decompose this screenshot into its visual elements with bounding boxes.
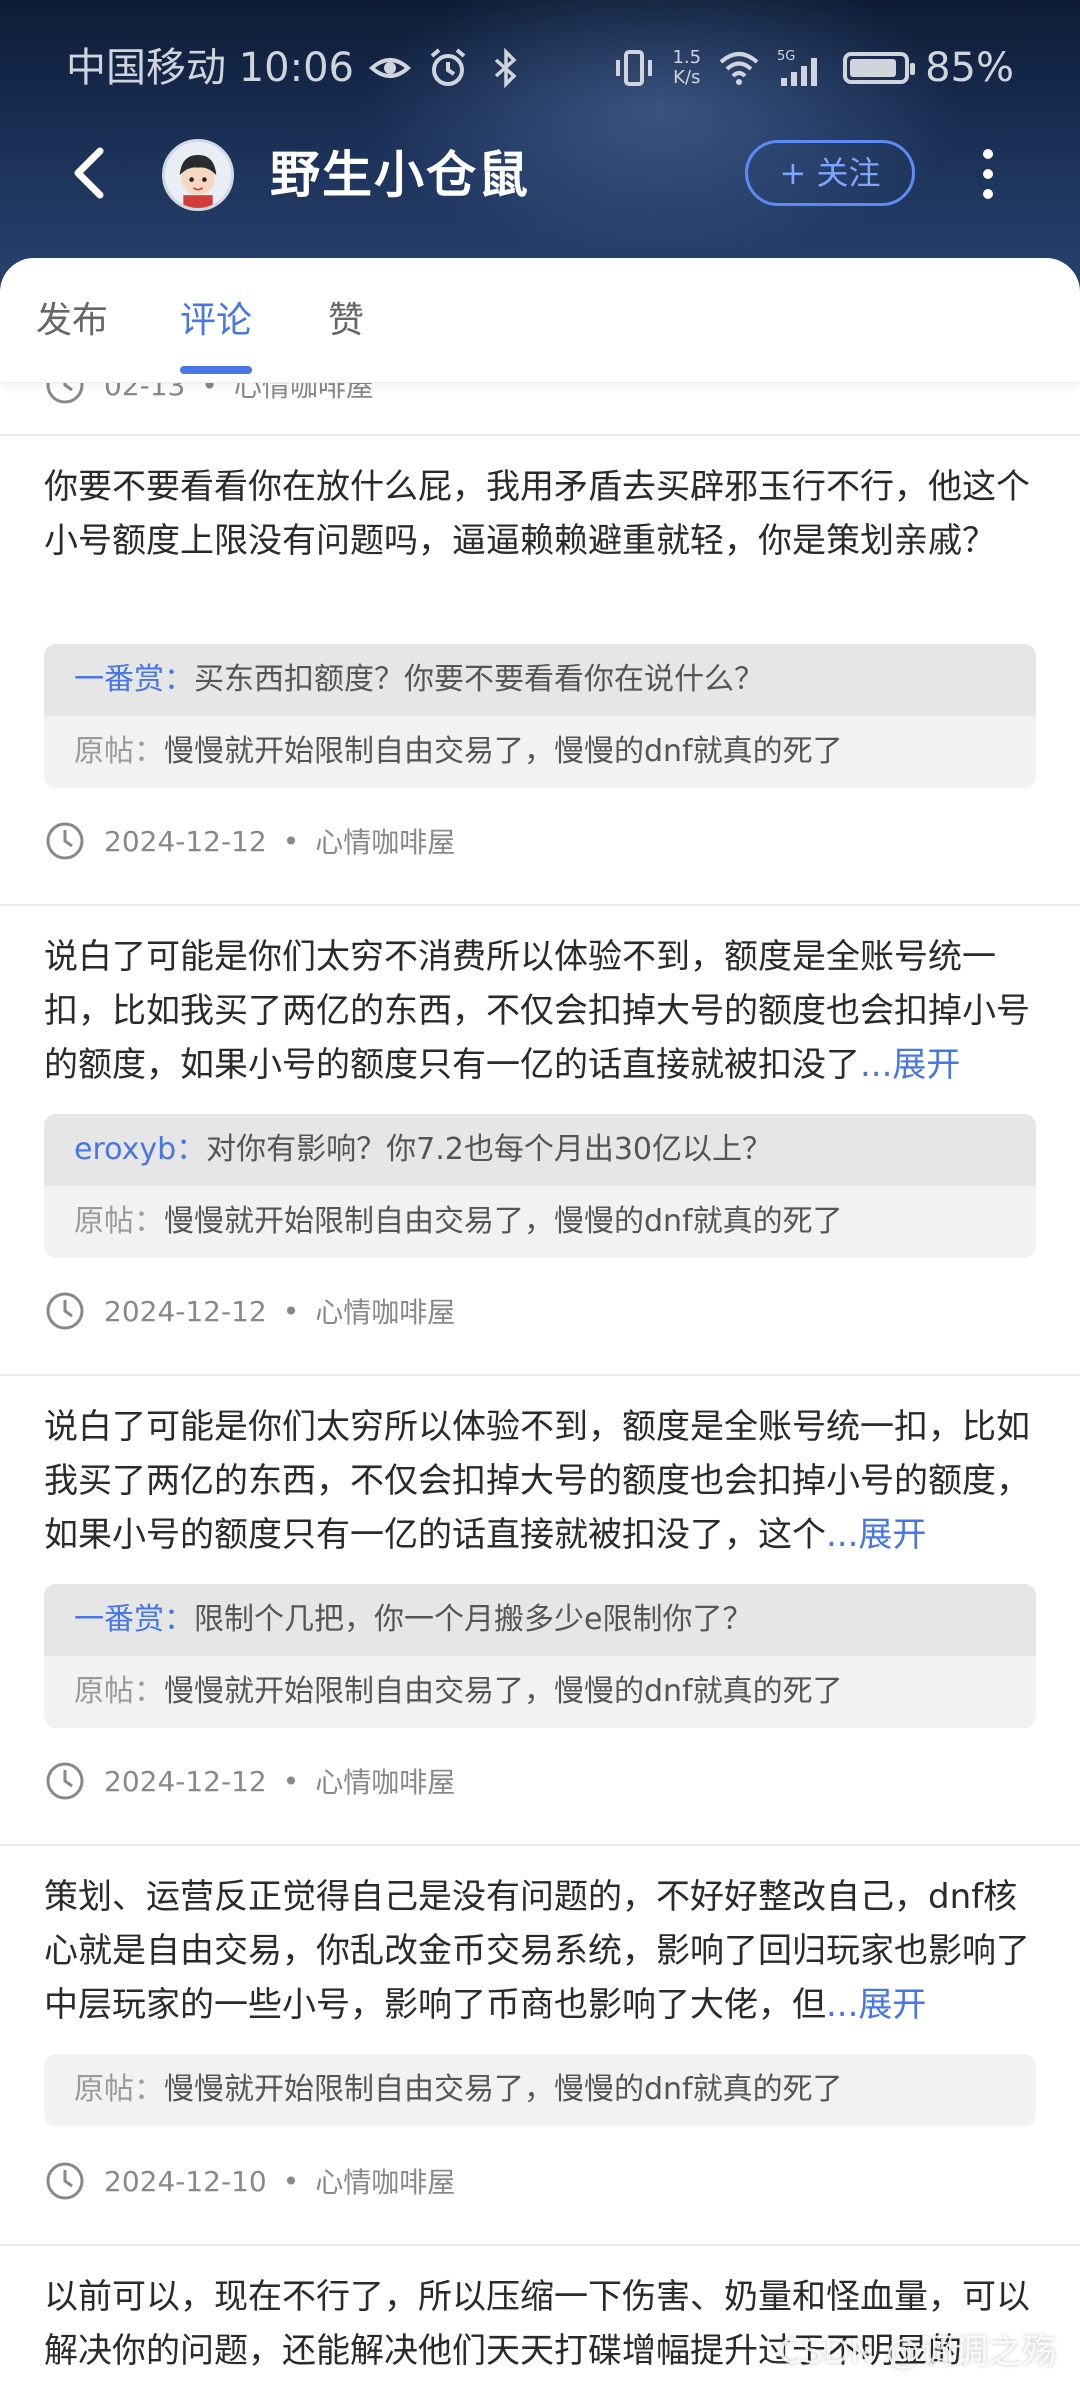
eye-icon xyxy=(368,58,412,78)
back-arrow-icon[interactable] xyxy=(62,143,122,203)
quote-box[interactable]: 一番赏：买东西扣额度？你要不要看看你在说什么？ 原帖：慢慢就开始限制自由交易了，… xyxy=(44,644,1036,788)
comment-date: 2024-12-10 xyxy=(104,2164,267,2198)
comment-meta: 2024-12-12 • 心情咖啡屋 xyxy=(44,1756,455,1806)
wifi-icon xyxy=(719,52,759,85)
quote-box[interactable]: eroxyb：对你有影响？你7.2也每个月出30亿以上？ 原帖：慢慢就开始限制自… xyxy=(44,1114,1036,1258)
more-options-icon[interactable] xyxy=(968,143,1008,203)
divider xyxy=(0,1374,1080,1376)
reply-author[interactable]: eroxyb： xyxy=(74,1132,206,1167)
clock-icon xyxy=(46,1762,84,1800)
tab-posts[interactable]: 发布 xyxy=(36,296,108,346)
comment-text: 策划、运营反正觉得自己是没有问题的，不好好整改自己，dnf核心就是自由交易，你乱… xyxy=(44,1877,1030,2025)
original-post-line[interactable]: 原帖：慢慢就开始限制自由交易了，慢慢的dnf就真的死了 xyxy=(44,2054,1036,2126)
quote-box[interactable]: 原帖：慢慢就开始限制自由交易了，慢慢的dnf就真的死了 xyxy=(44,2054,1036,2126)
original-post-line[interactable]: 原帖：慢慢就开始限制自由交易了，慢慢的dnf就真的死了 xyxy=(44,716,1036,788)
battery-icon xyxy=(843,52,916,84)
comment-forum: 心情咖啡屋 xyxy=(315,1296,456,1329)
divider xyxy=(0,904,1080,906)
avatar-character-icon xyxy=(179,154,217,208)
comment-text: 你要不要看看你在放什么屁，我用矛盾去买辟邪玉行不行，他这个小号额度上限没有问题吗… xyxy=(44,467,1030,561)
reply-line: 一番赏：限制个几把，你一个月搬多少e限制你了？ xyxy=(44,1584,1036,1656)
tab-likes[interactable]: 赞 xyxy=(328,296,364,346)
profile-name: 野生小仓鼠 xyxy=(270,146,530,204)
reply-line: 一番赏：买东西扣额度？你要不要看看你在说什么？ xyxy=(44,644,1036,716)
comment-meta: 2024-12-12 • 心情咖啡屋 xyxy=(44,1286,455,1336)
svg-text:5G: 5G xyxy=(777,49,795,64)
original-post-line[interactable]: 原帖：慢慢就开始限制自由交易了，慢慢的dnf就真的死了 xyxy=(44,1656,1036,1728)
divider xyxy=(0,434,1080,436)
header-glow xyxy=(360,0,960,260)
vibrate-icon xyxy=(616,50,653,86)
carrier-time: 中国移动 10:06 xyxy=(66,45,354,91)
original-post-line[interactable]: 原帖：慢慢就开始限制自由交易了，慢慢的dnf就真的死了 xyxy=(44,1186,1036,1258)
comment-text: 说白了可能是你们太穷所以体验不到，额度是全账号统一扣，比如我买了两亿的东西，不仅… xyxy=(44,1407,1030,1555)
network-speed: 1.5 K/s xyxy=(672,47,702,88)
alarm-icon xyxy=(430,48,466,86)
tab-active-indicator xyxy=(180,366,252,374)
reply-text: 限制个几把，你一个月搬多少e限制你了？ xyxy=(194,1602,753,1637)
expand-link[interactable]: ...展开 xyxy=(826,1515,926,1555)
clock-icon xyxy=(46,2162,84,2200)
comment-meta: 2024-12-10 • 心情咖啡屋 xyxy=(44,2156,455,2206)
profile-header: 中国移动 10:06 1.5 K/s 5G 85% 野生小仓鼠 + 关注 xyxy=(0,0,1080,300)
status-bar: 中国移动 10:06 1.5 K/s 5G 85% xyxy=(0,40,1080,96)
comment-text: 说白了可能是你们太穷不消费所以体验不到，额度是全账号统一扣，比如我买了两亿的东西… xyxy=(44,937,1030,1085)
divider xyxy=(0,2244,1080,2246)
comment-date: 2024-12-12 xyxy=(104,824,267,858)
reply-text: 对你有影响？你7.2也每个月出30亿以上？ xyxy=(206,1132,773,1167)
comment-meta: 2024-12-12 • 心情咖啡屋 xyxy=(44,816,455,866)
signal-5g-icon: 5G xyxy=(777,49,818,86)
clock-icon xyxy=(46,822,84,860)
quote-box[interactable]: 一番赏：限制个几把，你一个月搬多少e限制你了？ 原帖：慢慢就开始限制自由交易了，… xyxy=(44,1584,1036,1728)
battery-level: 85% xyxy=(925,45,1014,91)
reply-text: 买东西扣额度？你要不要看看你在说什么？ xyxy=(194,662,764,697)
profile-nav: 野生小仓鼠 + 关注 xyxy=(0,135,1080,215)
reply-line: eroxyb：对你有影响？你7.2也每个月出30亿以上？ xyxy=(44,1114,1036,1186)
comment-forum: 心情咖啡屋 xyxy=(315,2166,456,2199)
bluetooth-icon xyxy=(494,47,517,89)
comment-date: 2024-12-12 xyxy=(104,1764,267,1798)
expand-link[interactable]: ...展开 xyxy=(826,1985,926,2025)
tab-bar: 发布 评论 赞 xyxy=(0,258,1080,383)
watermark: CSDN @调调之殇 xyxy=(778,2332,1056,2372)
avatar[interactable] xyxy=(162,139,234,211)
comment-forum: 心情咖啡屋 xyxy=(315,826,456,859)
divider xyxy=(0,1844,1080,1846)
expand-link[interactable]: ...展开 xyxy=(860,1045,960,1085)
tab-comments[interactable]: 评论 xyxy=(180,296,252,346)
comment-feed[interactable]: 02-13 • 心情咖啡屋 你要不要看看你在放什么屁，我用矛盾去买辟邪玉行不行，… xyxy=(0,340,1080,2387)
reply-author[interactable]: 一番赏： xyxy=(74,1602,194,1637)
comment-date: 2024-12-12 xyxy=(104,1294,267,1328)
reply-author[interactable]: 一番赏： xyxy=(74,662,194,697)
clock-icon xyxy=(46,1292,84,1330)
follow-button[interactable]: + 关注 xyxy=(745,140,915,206)
comment-forum: 心情咖啡屋 xyxy=(315,1766,456,1799)
